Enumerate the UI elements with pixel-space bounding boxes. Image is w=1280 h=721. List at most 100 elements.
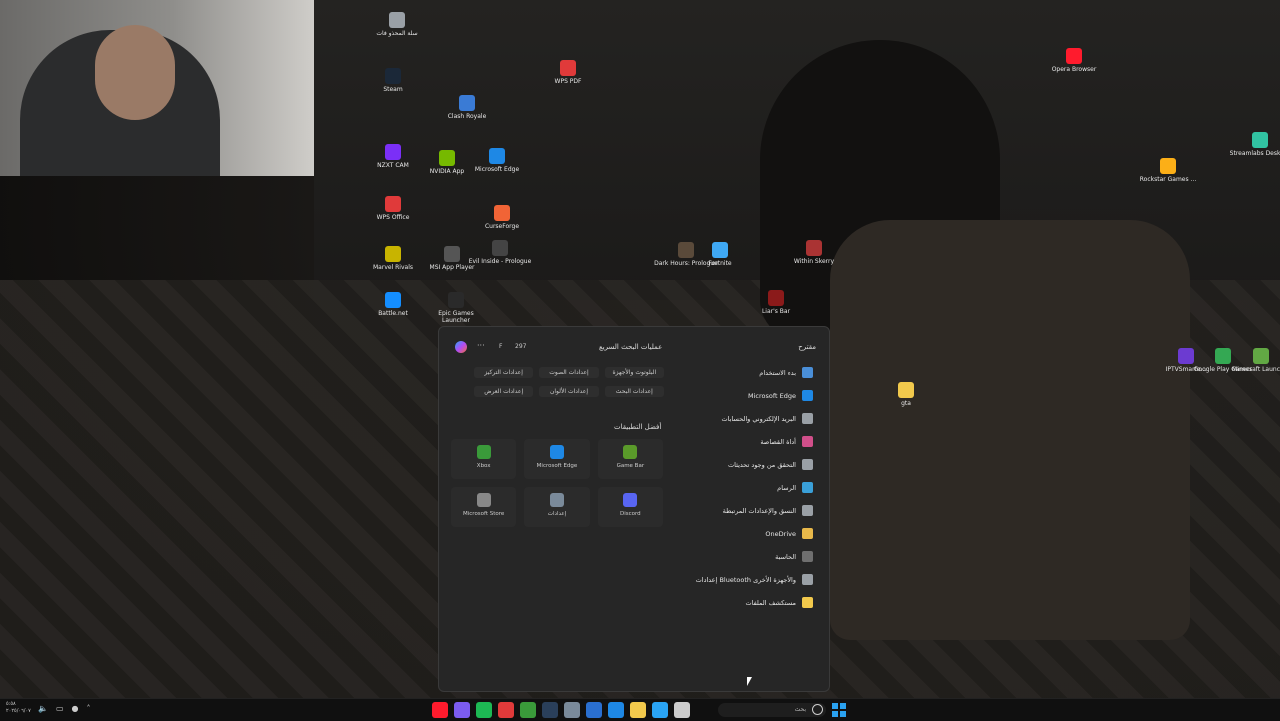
copilot-icon[interactable] [455,341,467,353]
suggested-item[interactable]: النسق والإعدادات المرتبطة [653,499,813,522]
app-icon [1066,48,1082,64]
desktop-icon[interactable]: Steam [361,68,425,93]
app-icon [1253,348,1269,364]
f-badge: F [499,343,503,350]
xbox-taskbar-icon[interactable] [520,702,536,718]
points-badge: 297 [515,343,527,350]
suggested-item[interactable]: الرسام [653,476,813,499]
desktop-icon-label: WPS PDF [554,78,582,85]
top-app-tile[interactable]: Microsoft Edge [524,439,590,479]
desktop-icon[interactable]: CurseForge [470,205,534,230]
desktop-icon[interactable]: Evil Inside - Prologue [468,240,532,265]
app-icon [712,242,728,258]
mail-taskbar-icon[interactable] [586,702,602,718]
desktop-icon[interactable]: Epic Games Launcher [424,292,488,324]
quick-search-button[interactable]: إعدادات العرض [474,386,534,397]
desktop-icon[interactable]: Liar's Bar [744,290,808,315]
quick-search-button[interactable]: إعدادات التركيز [474,367,534,378]
app-icon [768,290,784,306]
suggested-item[interactable]: الحاسبة [653,545,813,568]
top-app-label: Game Bar [616,463,645,469]
app-icon [489,148,505,164]
app-icon [385,246,401,262]
desktop-icon[interactable]: Within Skerry [782,240,846,265]
suggested-item[interactable]: Microsoft Edge [653,384,813,407]
desktop-icon[interactable]: Rockstar Games ... [1136,158,1200,183]
top-app-tile[interactable]: Xbox [451,439,517,479]
top-apps-grid: Xbox Microsoft Edge Game Bar Microsoft Stor… [451,439,663,527]
wps-taskbar-icon[interactable] [498,702,514,718]
top-app-tile[interactable]: Microsoft Store [451,487,517,527]
suggested-item[interactable]: البريد الإلكتروني والحسابات [653,407,813,430]
edge-icon [802,390,813,401]
top-app-label: Discord [619,511,641,517]
desktop-icon-label: gta [901,400,911,407]
app-icon [385,292,401,308]
desktop-icon[interactable]: Battle.net [361,292,425,317]
folder-icon [802,597,813,608]
desktop-icon[interactable]: Clash Royale [435,95,499,120]
network-icon[interactable]: ▭ [56,704,64,713]
suggested-item[interactable]: التحقق من وجود تحديثات [653,453,813,476]
quick-search-button[interactable]: إعدادات الألوان [539,386,599,397]
suggested-item[interactable]: مستكشف الملفات [653,591,813,614]
desktop-icon-label: Epic Games Launcher [438,310,474,324]
start-menu: ··· F 297 عمليات البحث السريع مقترح إعدا… [438,326,830,692]
taskbar: ٥:٥٨ ٢٠٢٥/٠٦/٠٧ 🔈 ▭ ● ˄ بحث [0,698,1280,721]
desktop-icon[interactable]: gta [874,382,938,407]
taskbar-search[interactable]: بحث [718,703,826,717]
desktop-icon-label: Liar's Bar [761,308,791,315]
chevron-up-icon[interactable]: ˄ [87,704,91,713]
desktop-icon-label: WPS Office [376,214,410,221]
top-app-label: Microsoft Edge [536,463,578,469]
desktop-icon-label: Steam [383,86,403,93]
calculator-icon [802,551,813,562]
task-view-icon[interactable] [674,702,690,718]
suggested-item[interactable]: بدء الاستخدام [653,361,813,384]
suggested-item[interactable]: أداة القصاصة [653,430,813,453]
mic-icon[interactable]: ● [72,704,79,713]
suggested-item[interactable]: إعدادات Bluetooth والأجهزة الأخرى [653,568,813,591]
explorer-taskbar-icon[interactable] [630,702,646,718]
app-taskbar-icon[interactable] [454,702,470,718]
start-button[interactable] [832,703,846,717]
suggested-title: مقترح [798,343,816,351]
suggested-item-label: الحاسبة [775,552,796,561]
top-app-tile[interactable]: إعدادات [524,487,590,527]
app-icon [1252,132,1268,148]
app-icon [494,205,510,221]
desktop-icon-label: Minecraft Launcher [1232,366,1280,373]
taskbar-clock[interactable]: ٥:٥٨ ٢٠٢٥/٠٦/٠٧ [6,701,31,715]
search-icon [812,704,823,715]
desktop-icon[interactable]: Opera Browser [1042,48,1106,73]
opera-taskbar-icon[interactable] [432,702,448,718]
desktop-icon[interactable]: WPS PDF [536,60,600,85]
desktop-icon[interactable]: Streamlabs Desktop [1228,132,1280,157]
clock-time: ٥:٥٨ [6,701,16,707]
desktop-icon-label: Battle.net [378,310,408,317]
settings-icon [549,493,564,507]
wallpaper-chair [830,220,1190,640]
more-options-button[interactable]: ··· [477,341,485,350]
desktop-icon[interactable]: سلة المحذو فات [365,12,429,37]
desktop-icon[interactable]: Fortnite [688,242,752,267]
paint-icon [802,482,813,493]
edge-taskbar-icon[interactable] [608,702,624,718]
suggested-item[interactable]: OneDrive [653,522,813,545]
steam-taskbar-icon[interactable] [542,702,558,718]
top-app-label: إعدادات [547,511,567,517]
speaker-icon[interactable]: 🔈 [38,704,48,713]
desktop-icon-label: Evil Inside - Prologue [468,258,532,265]
desktop-icon-label: MSI App Player [429,264,475,271]
settings-taskbar-icon[interactable] [564,702,580,718]
desktop-icon-label: Rockstar Games ... [1139,176,1197,183]
desktop-icon[interactable]: Marvel Rivals [361,246,425,271]
desktop-icon[interactable]: Microsoft Edge [465,148,529,173]
desktop-icon[interactable]: WPS Office [361,196,425,221]
spotify-taskbar-icon[interactable] [476,702,492,718]
desktop-icon[interactable]: Minecraft Launcher [1229,348,1280,373]
mail-icon [802,413,813,424]
quick-search-button[interactable]: إعدادات الصوت [539,367,599,378]
app-icon [492,240,508,256]
copilot-taskbar-icon[interactable] [652,702,668,718]
